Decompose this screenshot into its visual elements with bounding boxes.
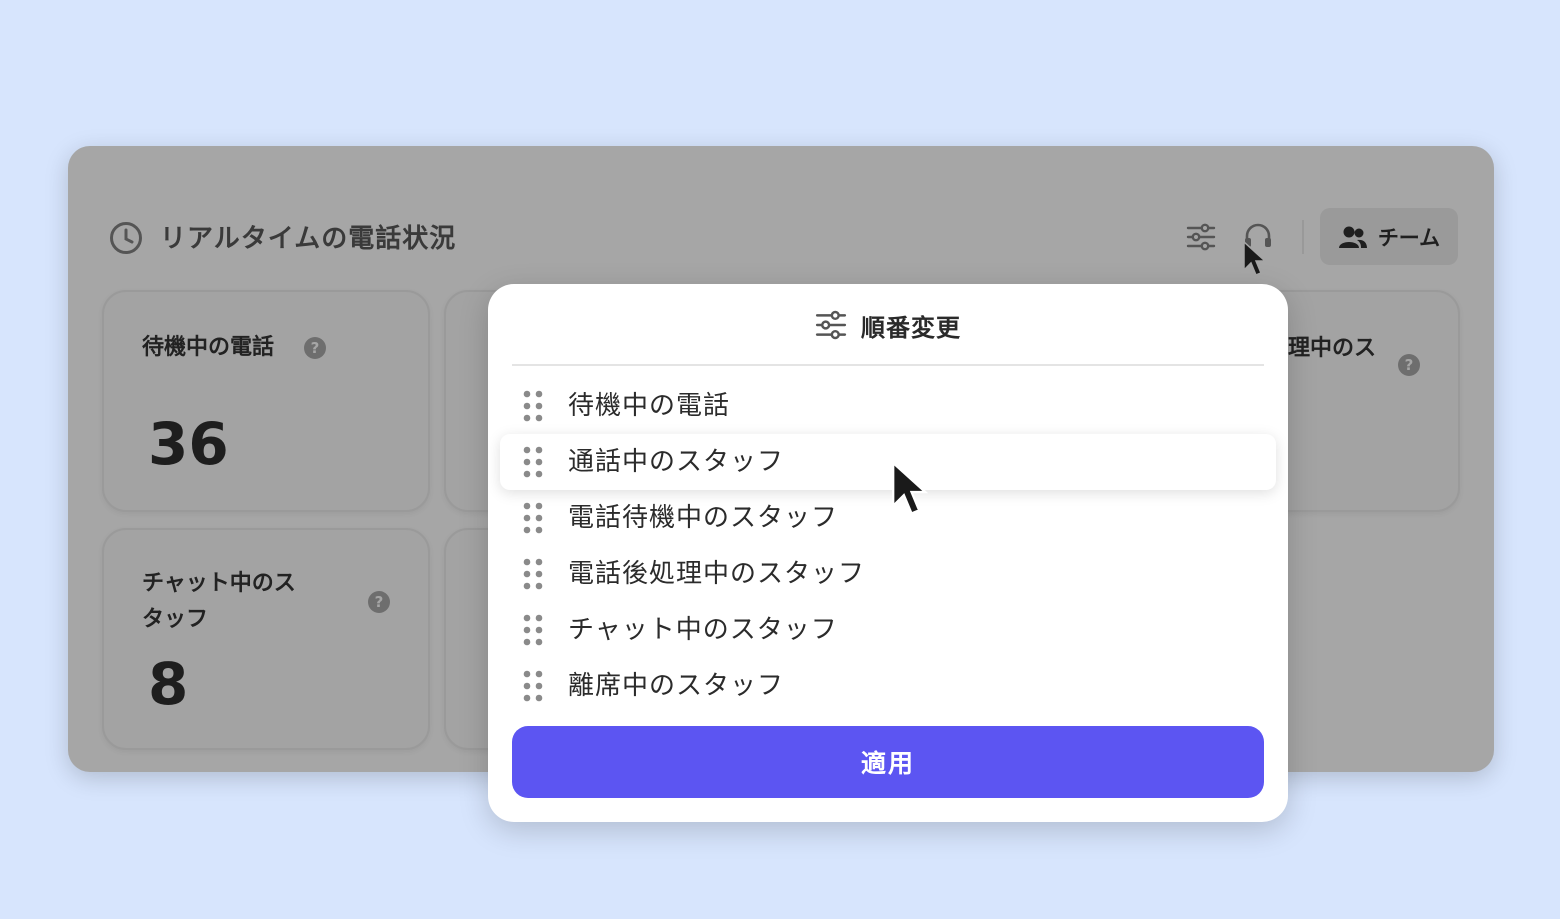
drag-handle-icon[interactable] [522, 614, 544, 646]
reorder-modal: 順番変更 待機中の電話 通話中のスタッフ 電話待機中のスタッフ 電話後処理中のス… [488, 284, 1288, 822]
apply-button[interactable]: 適用 [512, 726, 1264, 798]
team-button-label: チーム [1377, 225, 1441, 250]
page-title: リアルタイムの電話状況 [160, 224, 457, 254]
team-button[interactable]: チーム [1320, 208, 1458, 265]
stat-card-chat-staff[interactable]: チャット中のス タッフ ? 8 [102, 528, 430, 750]
reorder-item-label: 電話後処理中のスタッフ [568, 559, 866, 589]
reorder-item-waiting-staff[interactable]: 電話待機中のスタッフ [500, 490, 1276, 546]
card-title: 待機中の電話 [142, 335, 275, 360]
users-icon [1338, 226, 1367, 248]
reorder-item-away-staff[interactable]: 離席中のスタッフ [500, 658, 1276, 714]
clock-icon [110, 222, 142, 254]
drag-handle-icon[interactable] [522, 502, 544, 534]
card-title-partial: 理中のス [1288, 336, 1377, 361]
reorder-item-waiting-calls[interactable]: 待機中の電話 [500, 378, 1276, 434]
sliders-icon[interactable] [1186, 222, 1216, 252]
drag-handle-icon[interactable] [522, 390, 544, 422]
help-icon[interactable]: ? [304, 337, 326, 359]
card-value: 36 [148, 410, 229, 478]
mouse-cursor-icon [892, 460, 929, 515]
reorder-item-on-call-staff[interactable]: 通話中のスタッフ [500, 434, 1276, 490]
card-value: 8 [148, 650, 189, 718]
mouse-cursor-icon [1243, 240, 1267, 276]
reorder-item-label: チャット中のスタッフ [568, 615, 838, 645]
drag-handle-icon[interactable] [522, 446, 544, 478]
reorder-item-after-call-staff[interactable]: 電話後処理中のスタッフ [500, 546, 1276, 602]
sliders-icon [815, 310, 847, 340]
reorder-item-chat-staff[interactable]: チャット中のスタッフ [500, 602, 1276, 658]
help-icon[interactable]: ? [368, 591, 390, 613]
card-title: チャット中のス タッフ [142, 571, 296, 632]
header-divider [1302, 220, 1304, 254]
modal-header: 順番変更 [488, 304, 1288, 346]
reorder-item-label: 待機中の電話 [568, 391, 731, 421]
drag-handle-icon[interactable] [522, 670, 544, 702]
help-icon[interactable]: ? [1398, 354, 1420, 376]
modal-divider [512, 364, 1264, 366]
drag-handle-icon[interactable] [522, 558, 544, 590]
reorder-item-label: 電話待機中のスタッフ [568, 503, 839, 533]
stat-card-waiting-calls[interactable]: 待機中の電話 ? 36 [102, 290, 430, 512]
reorder-item-label: 通話中のスタッフ [568, 447, 785, 477]
reorder-item-label: 離席中のスタッフ [568, 671, 785, 701]
modal-title: 順番変更 [861, 313, 961, 342]
